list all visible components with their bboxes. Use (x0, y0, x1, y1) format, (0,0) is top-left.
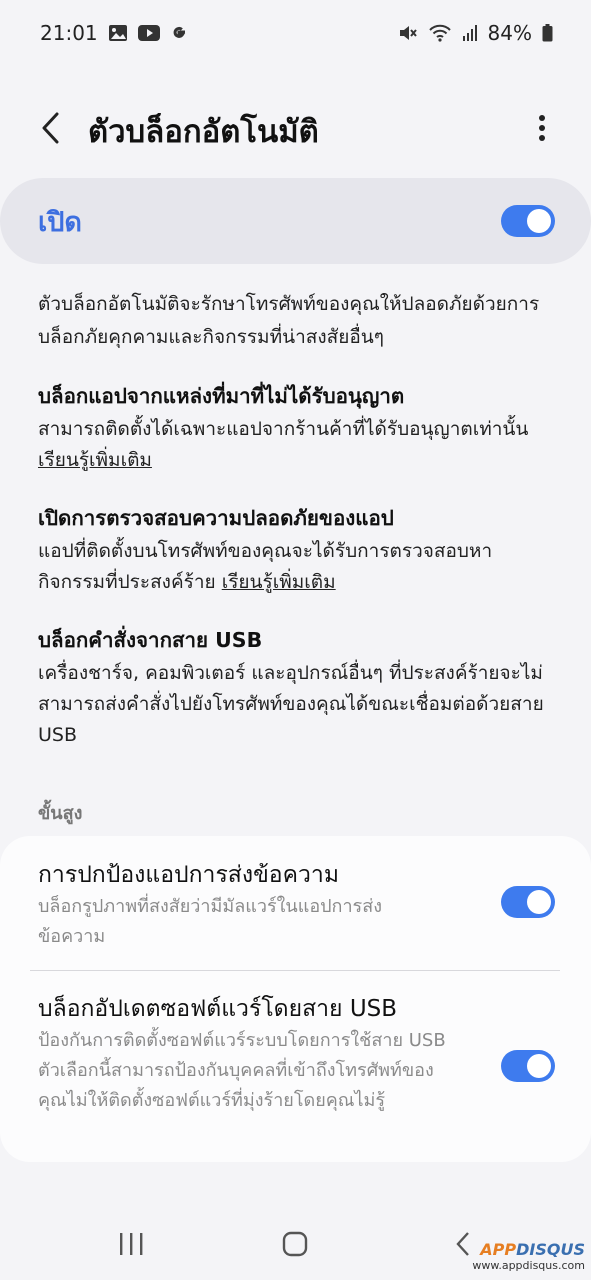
feature-title: เปิดการตรวจสอบความปลอดภัยของแอป (38, 506, 394, 530)
feature-title: บล็อกคำสั่งจากสาย USB (38, 628, 263, 652)
toggle-knob (527, 209, 551, 233)
mute-icon (398, 23, 418, 43)
signal-icon (462, 24, 478, 42)
toggle-knob (527, 890, 551, 914)
watermark-disqus: DISQUS (516, 1240, 585, 1259)
feature-item: เปิดการตรวจสอบความปลอดภัยของแอป แอปที่ติ… (38, 500, 558, 598)
setting-subtitle: ป้องกันการติดตั้งซอฟต์แวร์ระบบโดยการใช้ส… (38, 1030, 446, 1111)
watermark-app: APP (480, 1240, 517, 1259)
status-bar: 21:01 84% (0, 0, 591, 66)
youtube-icon (137, 25, 160, 41)
feature-desc-text: สามารถติดตั้งได้เฉพาะแอปจากร้านค้าที่ได้… (38, 418, 529, 440)
app-bar: ตัวบล็อกอัตโนมัติ (0, 88, 591, 168)
master-switch-card[interactable]: เปิด (0, 178, 591, 264)
master-toggle[interactable] (501, 205, 555, 237)
battery-icon (542, 24, 553, 42)
divider (30, 970, 560, 971)
setting-row-usb-update-block[interactable]: บล็อกอัปเดตซอฟต์แวร์โดยสาย USB ป้องกันกา… (0, 992, 591, 1152)
back-icon (456, 1232, 469, 1256)
section-header-advanced: ขั้นสูง (38, 803, 83, 824)
more-options-button[interactable] (522, 108, 562, 148)
intro-text: ตัวบล็อกอัตโนมัติจะรักษาโทรศัพท์ของคุณให… (38, 293, 540, 348)
status-left: 21:01 (40, 21, 188, 45)
chevron-left-icon (42, 112, 59, 144)
wifi-icon (428, 23, 452, 43)
watermark-url: www.appdisqus.com (472, 1259, 585, 1272)
home-button[interactable] (272, 1224, 318, 1264)
setting-title: บล็อกอัปเดตซอฟต์แวร์โดยสาย USB (38, 996, 398, 1022)
setting-title: การปกป้องแอปการส่งข้อความ (38, 862, 339, 888)
status-right: 84% (398, 21, 553, 45)
toggle-knob (527, 1054, 551, 1078)
page-title: ตัวบล็อกอัตโนมัติ (88, 114, 319, 150)
clock: 21:01 (40, 21, 98, 45)
learn-more-link[interactable]: เรียนรู้เพิ่มเติม (222, 571, 336, 593)
more-vert-icon (539, 115, 545, 141)
messaging-protection-toggle[interactable] (501, 886, 555, 918)
master-switch-label: เปิด (38, 206, 82, 238)
feature-desc: สามารถติดตั้งได้เฉพาะแอปจากร้านค้าที่ได้… (38, 414, 558, 476)
feature-desc: เครื่องชาร์จ, คอมพิวเตอร์ และอุปกรณ์อื่น… (38, 662, 544, 746)
learn-more-link[interactable]: เรียนรู้เพิ่มเติม (38, 449, 152, 471)
feature-item: บล็อกแอปจากแหล่งที่มาที่ไม่ได้รับอนุญาต … (38, 378, 558, 476)
watermark-logo: APP DISQUS www.appdisqus.com (472, 1240, 585, 1272)
battery-percent: 84% (487, 21, 532, 45)
home-icon (282, 1231, 308, 1257)
google-icon (170, 24, 188, 42)
recents-icon (120, 1233, 143, 1255)
watermark: APP DISQUS www.appdisqus.com (472, 1240, 585, 1272)
setting-subtitle: บล็อกรูปภาพที่สงสัยว่ามีมัลแวร์ในแอปการส… (38, 896, 383, 947)
feature-item: บล็อกคำสั่งจากสาย USB เครื่องชาร์จ, คอมพ… (38, 622, 558, 751)
image-icon (108, 24, 128, 42)
setting-row-messaging-protection[interactable]: การปกป้องแอปการส่งข้อความ บล็อกรูปภาพที่… (0, 858, 591, 968)
back-button[interactable] (30, 108, 70, 148)
recents-button[interactable] (108, 1224, 154, 1264)
feature-title: บล็อกแอปจากแหล่งที่มาที่ไม่ได้รับอนุญาต (38, 384, 405, 408)
usb-update-block-toggle[interactable] (501, 1050, 555, 1082)
watermark-brand: APP DISQUS (480, 1240, 585, 1259)
advanced-settings-card: การปกป้องแอปการส่งข้อความ บล็อกรูปภาพที่… (0, 836, 591, 1162)
intro-block: ตัวบล็อกอัตโนมัติจะรักษาโทรศัพท์ของคุณให… (38, 288, 558, 354)
feature-desc: แอปที่ติดตั้งบนโทรศัพท์ของคุณจะได้รับการ… (38, 536, 558, 598)
